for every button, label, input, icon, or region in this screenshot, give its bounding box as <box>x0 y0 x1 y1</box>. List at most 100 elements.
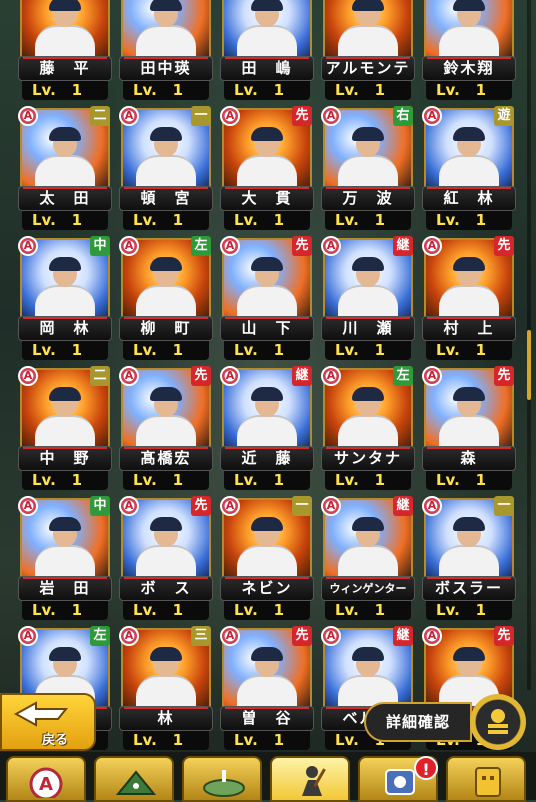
rank-a-badge: A <box>18 366 38 386</box>
scrollbar-thumb[interactable] <box>527 330 531 400</box>
player-figure <box>437 127 501 191</box>
back-button[interactable]: 戻る <box>0 693 96 751</box>
player-card[interactable]: A 二太 田 Lv. 1 <box>18 106 112 232</box>
rank-a-badge: A <box>422 236 442 256</box>
player-figure <box>134 257 198 321</box>
player-figure <box>437 0 501 61</box>
player-name: 柳 町 <box>119 316 213 341</box>
player-figure <box>336 127 400 191</box>
detail-confirm-icon[interactable] <box>470 694 526 750</box>
rank-a-badge: A <box>18 496 38 516</box>
detail-confirm-button[interactable]: 詳細確認 <box>364 702 472 742</box>
player-card[interactable]: A 先山 下 Lv. 1 <box>220 236 314 362</box>
level-label: Lv. <box>133 601 157 619</box>
player-figure <box>235 127 299 191</box>
tab-box[interactable] <box>446 756 526 802</box>
player-card[interactable]: 田 嶋 Lv. 1 <box>220 0 314 102</box>
player-name: 鈴木翔 <box>422 56 516 81</box>
player-card[interactable]: A 二中 野 Lv. 1 <box>18 366 112 492</box>
level-label: Lv. <box>133 81 157 99</box>
player-card[interactable]: A 左サンタナ Lv. 1 <box>321 366 415 492</box>
back-arrow-icon <box>14 701 68 727</box>
player-card[interactable]: アルモンテ Lv. 1 <box>321 0 415 102</box>
level-label: Lv. <box>234 601 258 619</box>
player-card[interactable]: A 先曽 谷 Lv. 1 <box>220 626 314 752</box>
position-badge: 中 <box>90 496 110 516</box>
player-card[interactable]: A 一ボスラー Lv. 1 <box>422 496 516 622</box>
tab-stadium[interactable] <box>94 756 174 802</box>
stadium-icon <box>115 770 157 795</box>
player-figure <box>235 387 299 451</box>
player-card[interactable]: A 先村 上 Lv. 1 <box>422 236 516 362</box>
position-badge: 中 <box>90 236 110 256</box>
player-photo <box>121 0 211 63</box>
player-card[interactable]: A 先森 Lv. 1 <box>422 366 516 492</box>
position-badge: 三 <box>191 626 211 646</box>
level-bar: Lv. 1 <box>224 601 310 620</box>
tab-a-rank[interactable]: A <box>6 756 86 802</box>
player-card[interactable]: A 先ボ ス Lv. 1 <box>119 496 213 622</box>
player-card[interactable]: A 一頓 宮 Lv. 1 <box>119 106 213 232</box>
player-card[interactable]: A 先髙橋宏 Lv. 1 <box>119 366 213 492</box>
player-card[interactable]: 田中瑛 Lv. 1 <box>119 0 213 102</box>
level-label: Lv. <box>133 731 157 749</box>
rank-a-badge: A <box>119 626 139 646</box>
level-bar: Lv. 1 <box>325 601 411 620</box>
level-value: 1 <box>475 81 486 99</box>
rank-a-badge: A <box>119 496 139 516</box>
player-card[interactable]: A 遊紅 林 Lv. 1 <box>422 106 516 232</box>
tab-batter[interactable] <box>270 756 350 802</box>
level-label: Lv. <box>133 341 157 359</box>
level-value: 1 <box>273 601 284 619</box>
level-value: 1 <box>273 81 284 99</box>
rank-a-badge: A <box>119 106 139 126</box>
level-label: Lv. <box>436 211 460 229</box>
player-name: ウィンゲンター <box>321 576 415 601</box>
level-value: 1 <box>172 731 183 749</box>
level-bar: Lv. 1 <box>224 211 310 230</box>
rank-a-badge: A <box>220 496 240 516</box>
player-card[interactable]: A 左柳 町 Lv. 1 <box>119 236 213 362</box>
player-card[interactable]: A 右万 波 Lv. 1 <box>321 106 415 232</box>
player-name: サンタナ <box>321 446 415 471</box>
player-name: 藤 平 <box>18 56 112 81</box>
player-card[interactable]: A 中岡 林 Lv. 1 <box>18 236 112 362</box>
rank-a-badge: A <box>220 366 240 386</box>
player-figure <box>33 257 97 321</box>
level-bar: Lv. 1 <box>22 471 108 490</box>
player-card[interactable]: A 先大 貫 Lv. 1 <box>220 106 314 232</box>
player-figure <box>437 387 501 451</box>
player-name: 田 嶋 <box>220 56 314 81</box>
player-figure <box>33 127 97 191</box>
rank-a-badge: A <box>321 626 341 646</box>
level-bar: Lv. 1 <box>123 211 209 230</box>
player-card[interactable]: A 継ウィンゲンター Lv. 1 <box>321 496 415 622</box>
level-label: Lv. <box>436 471 460 489</box>
level-bar: Lv. 1 <box>426 341 512 360</box>
position-badge: 継 <box>393 496 413 516</box>
level-bar: Lv. 1 <box>22 341 108 360</box>
rank-a-badge: A <box>321 496 341 516</box>
level-label: Lv. <box>133 211 157 229</box>
level-label: Lv. <box>436 81 460 99</box>
player-card[interactable]: 藤 平 Lv. 1 <box>18 0 112 102</box>
rank-a-badge: A <box>321 106 341 126</box>
position-badge: 先 <box>191 496 211 516</box>
player-card[interactable]: A 一ネビン Lv. 1 <box>220 496 314 622</box>
level-value: 1 <box>172 601 183 619</box>
position-badge: 左 <box>393 366 413 386</box>
rank-a-badge: A <box>18 236 38 256</box>
player-card[interactable]: A 継近 藤 Lv. 1 <box>220 366 314 492</box>
player-card[interactable]: A 継川 瀬 Lv. 1 <box>321 236 415 362</box>
scrollbar[interactable] <box>527 0 531 690</box>
rank-a-badge: A <box>321 366 341 386</box>
player-name: 曽 谷 <box>220 706 314 731</box>
player-card[interactable]: A 三林 Lv. 1 <box>119 626 213 752</box>
player-name: 頓 宮 <box>119 186 213 211</box>
player-card[interactable]: A 中岩 田 Lv. 1 <box>18 496 112 622</box>
tab-field[interactable] <box>182 756 262 802</box>
player-figure <box>336 387 400 451</box>
player-name: 岩 田 <box>18 576 112 601</box>
position-badge: 右 <box>393 106 413 126</box>
player-card[interactable]: 鈴木翔 Lv. 1 <box>422 0 516 102</box>
